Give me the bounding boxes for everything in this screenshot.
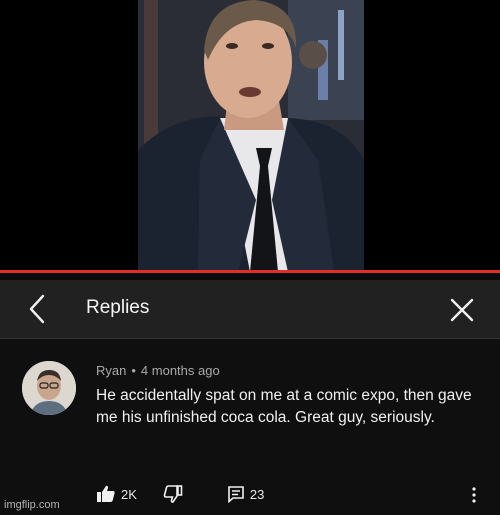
- comment-text: He accidentally spat on me at a comic ex…: [96, 387, 472, 426]
- watermark: imgflip.com: [4, 499, 60, 511]
- comment-author[interactable]: Ryan: [96, 363, 126, 378]
- page-title: Replies: [86, 297, 150, 318]
- comment: Ryan • 4 months ago He accidentally spat o…: [0, 339, 500, 515]
- thumbs-up-icon: [97, 485, 115, 502]
- comment-actions: 2K 23: [96, 483, 264, 505]
- replies-header: Replies: [0, 280, 500, 339]
- video-progress-bar[interactable]: [0, 270, 500, 273]
- like-count: 2K: [121, 486, 137, 502]
- video-still: [138, 0, 364, 272]
- dislike-button[interactable]: [163, 485, 183, 503]
- reply-button[interactable]: 23: [227, 485, 264, 503]
- back-button[interactable]: [20, 292, 54, 326]
- like-button[interactable]: 2K: [96, 485, 137, 503]
- close-icon: [450, 298, 474, 322]
- comment-age[interactable]: 4 months ago: [141, 363, 220, 378]
- avatar-image: [22, 361, 76, 415]
- video-frame: [138, 0, 364, 272]
- comment-icon: [228, 486, 244, 503]
- more-vertical-icon: [472, 487, 476, 503]
- avatar[interactable]: [22, 361, 76, 415]
- comment-meta: Ryan • 4 months ago: [96, 363, 220, 378]
- meta-separator: •: [131, 363, 136, 378]
- close-button[interactable]: [444, 292, 480, 328]
- video-progress-fill: [0, 270, 500, 273]
- video-player[interactable]: [0, 0, 500, 273]
- reply-count: 23: [249, 486, 265, 502]
- thumbs-down-icon: [163, 485, 183, 503]
- chevron-left-icon: [29, 294, 45, 324]
- more-options-button[interactable]: [466, 485, 482, 505]
